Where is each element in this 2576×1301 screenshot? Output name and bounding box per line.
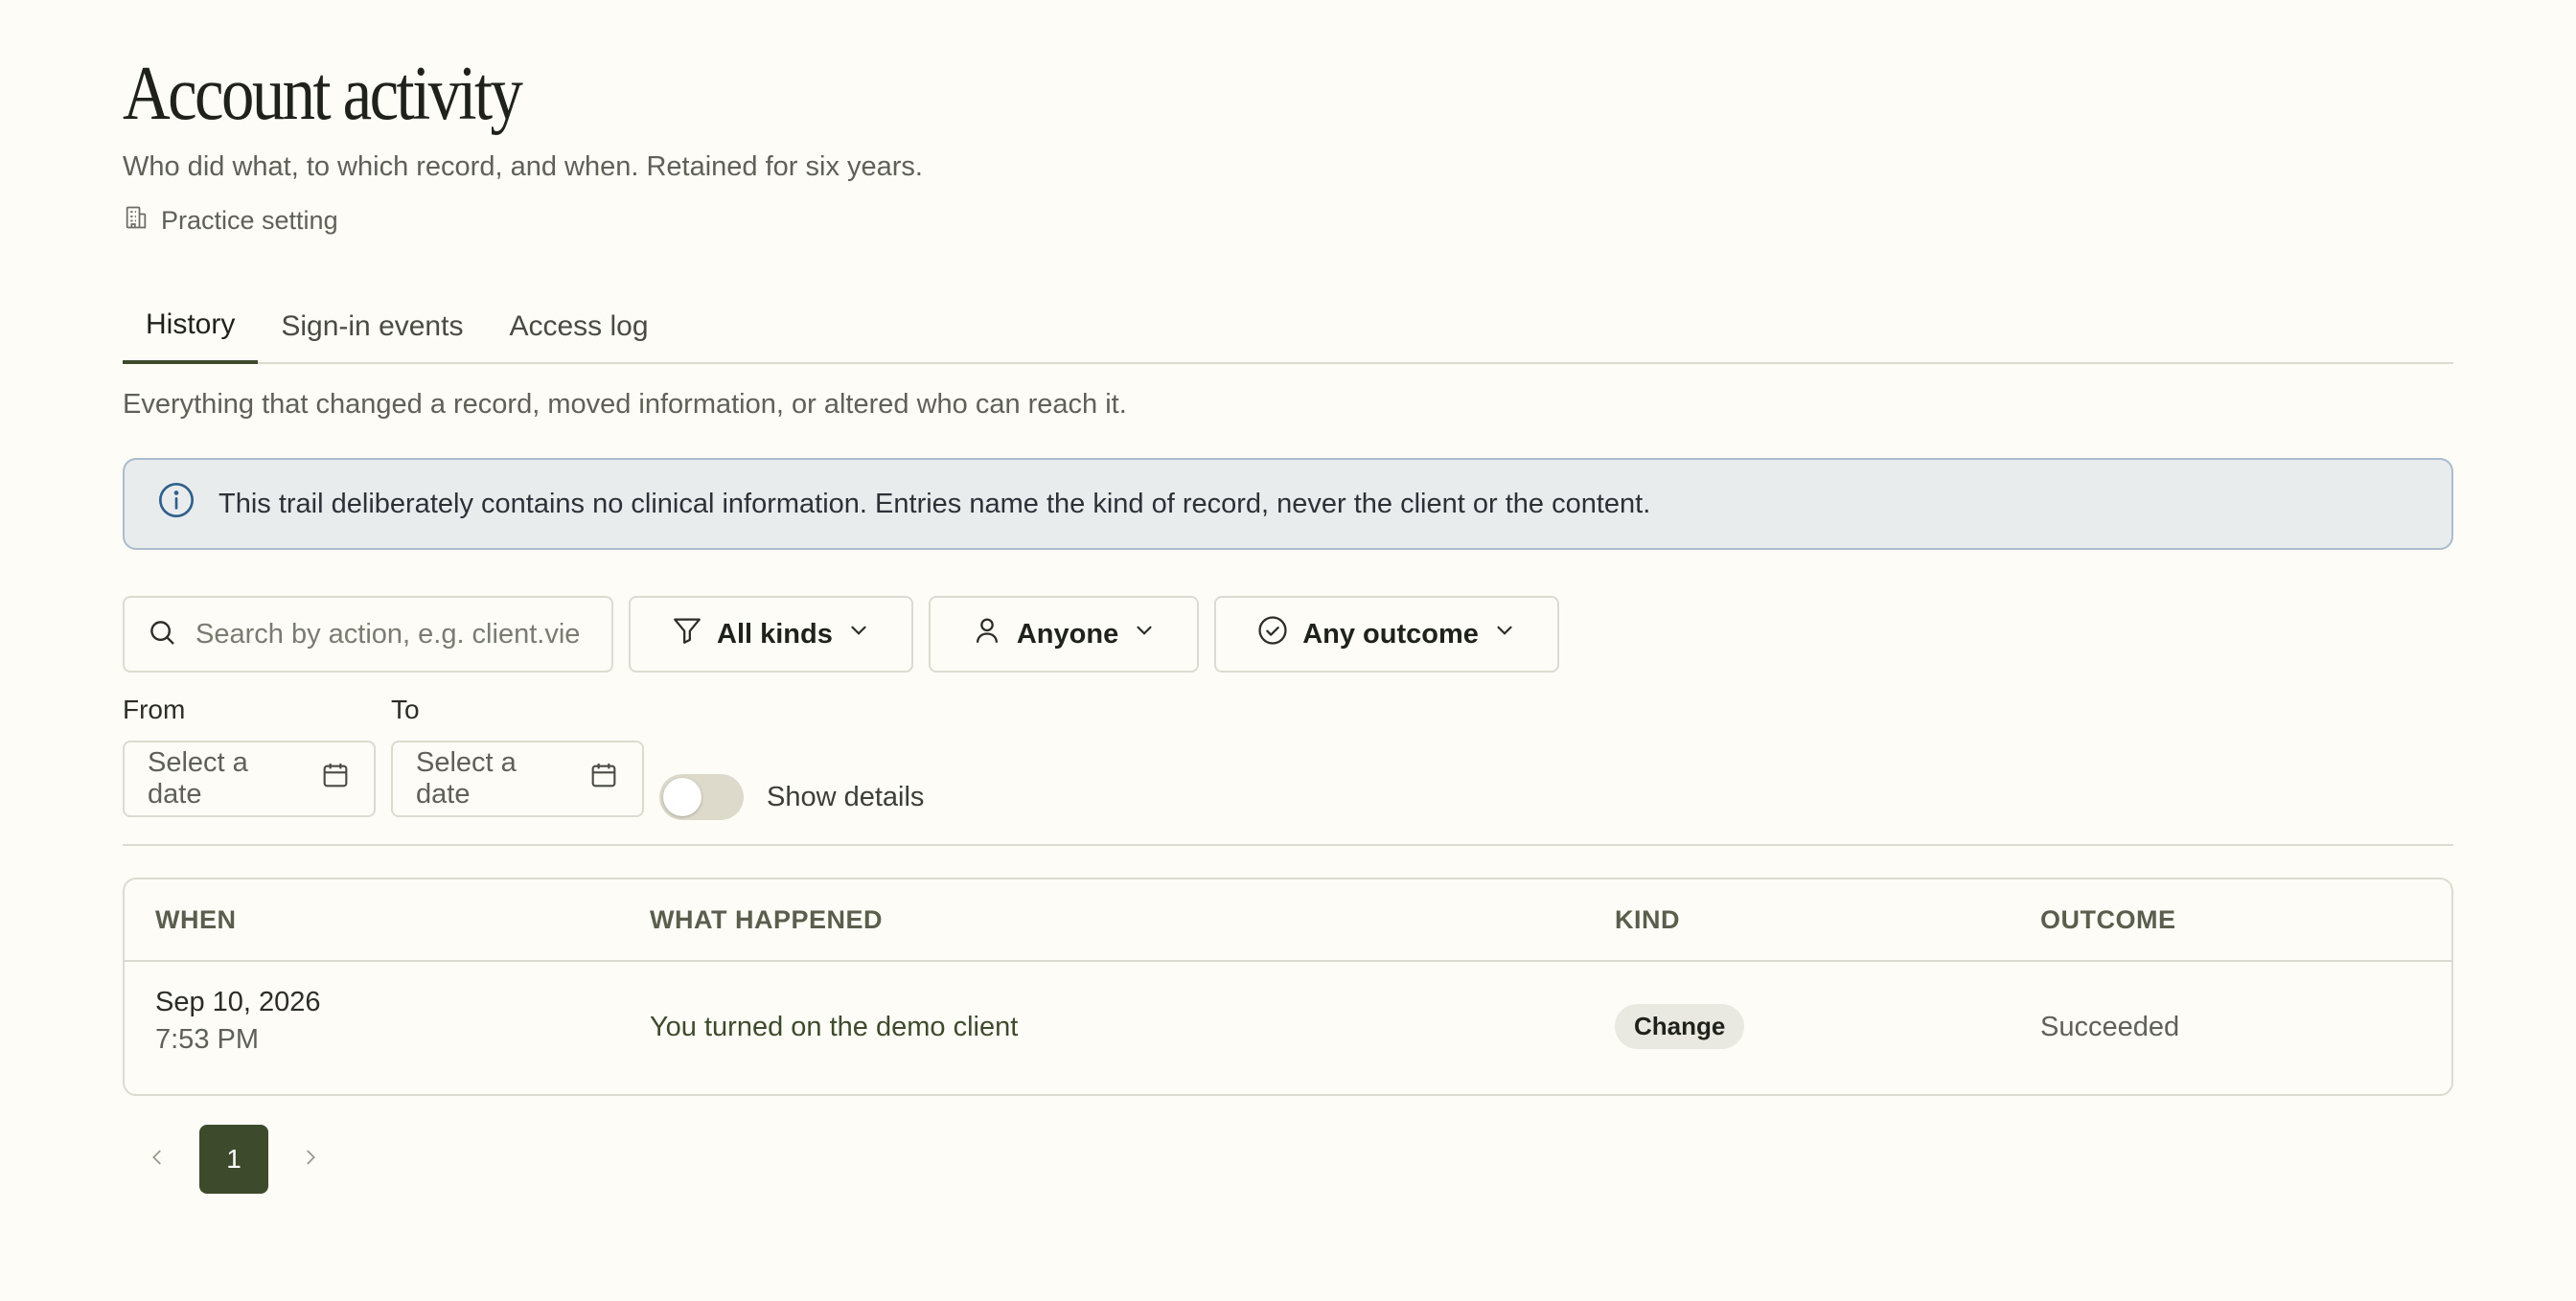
what-happened-cell: You turned on the demo client [650,1012,1019,1042]
toggle-knob [663,778,702,816]
row-date: Sep 10, 2026 [155,987,321,1017]
check-circle-icon [1256,614,1289,654]
column-header-kind: KIND [1615,904,1680,934]
person-filter-label: Anyone [1016,618,1119,650]
search-icon [146,616,178,653]
kind-filter-dropdown[interactable]: All kinds [629,596,913,673]
table-header: WHEN WHAT HAPPENED KIND OUTCOME [125,879,2451,962]
to-date-placeholder: Select a date [416,747,517,810]
divider [123,844,2453,846]
page-number-button[interactable]: 1 [199,1125,268,1194]
info-banner-text: This trail deliberately contains no clin… [218,488,1651,519]
show-details-toggle[interactable] [659,774,744,820]
kind-cell: Change [1615,1004,1745,1049]
tab-bar: History Sign-in events Access log [123,289,2453,364]
tab-access-log[interactable]: Access log [486,289,671,364]
from-date-group: From Select a date [123,695,376,817]
chevron-down-icon [1492,618,1517,650]
info-banner: This trail deliberately contains no clin… [123,458,2453,550]
page-title: Account activity [123,52,523,136]
search-input[interactable] [196,618,579,650]
column-header-when: WHEN [155,904,237,934]
info-icon [157,481,196,527]
chevron-down-icon [846,618,871,650]
calendar-icon [588,760,619,798]
from-label: From [123,695,186,724]
user-icon [971,614,1003,654]
pagination: 1 [123,1125,345,1194]
to-label: To [391,695,420,724]
column-header-what-happened: WHAT HAPPENED [650,904,884,934]
chevron-right-icon [300,1147,321,1173]
previous-page-button[interactable] [123,1125,192,1194]
row-time: 7:53 PM [155,1024,259,1055]
when-cell: Sep 10, 2026 7:53 PM [155,987,321,1056]
to-date-picker[interactable]: Select a date [391,741,644,817]
filter-bar: All kinds Anyone [123,596,1559,673]
tab-history[interactable]: History [123,289,259,364]
filter-icon [671,614,703,654]
tab-description: Everything that changed a record, moved … [123,389,1127,420]
activity-table: WHEN WHAT HAPPENED KIND OUTCOME Sep 10, … [123,878,2453,1096]
tab-sign-in-events[interactable]: Sign-in events [258,289,486,364]
search-box [123,596,613,673]
kind-badge: Change [1615,1004,1745,1049]
show-details-control: Show details [659,774,924,820]
kind-filter-label: All kinds [717,618,833,650]
person-filter-dropdown[interactable]: Anyone [928,596,1200,673]
practice-setting-label: Practice setting [161,206,338,235]
page-subtitle: Who did what, to which record, and when.… [123,151,923,182]
building-icon [123,204,150,238]
outcome-filter-dropdown[interactable]: Any outcome [1214,596,1559,673]
column-header-outcome: OUTCOME [2040,904,2176,934]
from-date-placeholder: Select a date [148,747,248,810]
show-details-label: Show details [767,781,925,812]
from-date-picker[interactable]: Select a date [123,741,376,817]
outcome-cell: Succeeded [2040,1012,2180,1042]
chevron-left-icon [147,1147,168,1173]
next-page-button[interactable] [276,1125,345,1194]
outcome-filter-label: Any outcome [1302,618,1479,650]
chevron-down-icon [1132,618,1157,650]
to-date-group: To Select a date [391,695,644,817]
calendar-icon [320,760,351,798]
practice-setting: Practice setting [123,204,338,238]
table-row[interactable]: Sep 10, 2026 7:53 PM You turned on the d… [125,962,2451,1094]
